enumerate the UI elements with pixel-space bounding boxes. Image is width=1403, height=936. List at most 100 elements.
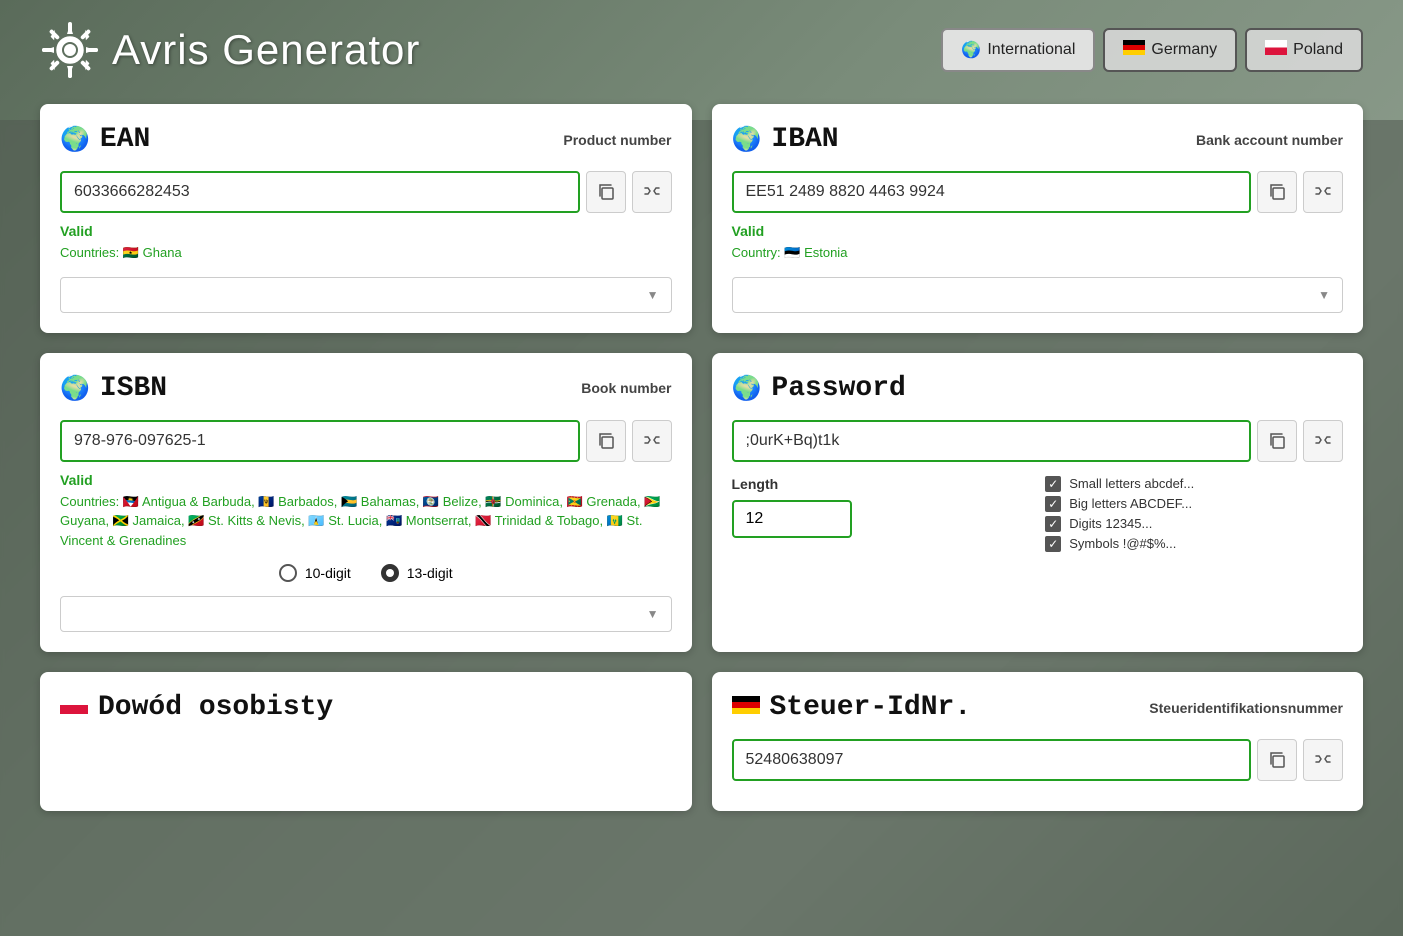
nav-germany-label: Germany xyxy=(1151,41,1217,59)
iban-country-value: 🇪🇪 Estonia xyxy=(784,245,847,260)
steuer-title-area: Steuer-IdNr. xyxy=(732,692,972,723)
iban-shuffle-btn[interactable] xyxy=(1303,171,1343,213)
iban-subtitle: Bank account number xyxy=(1196,132,1343,148)
iban-dropdown-arrow: ▼ xyxy=(1318,288,1330,302)
password-digits[interactable]: ✓ Digits 12345... xyxy=(1045,516,1343,532)
password-small-letters[interactable]: ✓ Small letters abcdef... xyxy=(1045,476,1343,492)
length-input[interactable] xyxy=(732,500,852,538)
nav-poland-btn[interactable]: Poland xyxy=(1245,28,1363,72)
iban-card-header: 🌍 IBAN Bank account number xyxy=(732,124,1344,155)
ean-card-header: 🌍 EAN Product number xyxy=(60,124,672,155)
nav-international-btn[interactable]: 🌍 International xyxy=(941,28,1095,72)
isbn-10digit-option[interactable]: 10-digit xyxy=(279,564,351,582)
isbn-title: ISBN xyxy=(100,373,167,404)
poland-flag-icon xyxy=(60,696,88,714)
password-title-area: 🌍 Password xyxy=(732,373,906,404)
nav-germany-btn[interactable]: Germany xyxy=(1103,28,1237,72)
ean-shuffle-btn[interactable] xyxy=(632,171,672,213)
dowod-card: Dowód osobisty xyxy=(40,672,692,811)
shuffle-icon xyxy=(643,183,661,201)
small-letters-label: Small letters abcdef... xyxy=(1069,476,1194,491)
dowod-card-header: Dowód osobisty xyxy=(60,692,672,723)
isbn-dropdown[interactable]: ▼ xyxy=(60,596,672,632)
steuer-subtitle: Steueridentifikationsnummer xyxy=(1149,700,1343,716)
ean-copy-btn[interactable] xyxy=(586,171,626,213)
password-globe-icon: 🌍 xyxy=(732,374,762,403)
isbn-countries: Countries: 🇦🇬 Antigua & Barbuda, 🇧🇧 Barb… xyxy=(60,492,672,551)
isbn-countries-value: 🇦🇬 Antigua & Barbuda, 🇧🇧 Barbados, 🇧🇸 Ba… xyxy=(60,494,660,548)
ean-title: EAN xyxy=(100,124,150,155)
app-title: Avris Generator xyxy=(112,26,420,74)
password-copy-btn[interactable] xyxy=(1257,420,1297,462)
isbn-13digit-option[interactable]: 13-digit xyxy=(381,564,453,582)
copy-icon xyxy=(1268,432,1286,450)
shuffle-icon xyxy=(1314,751,1332,769)
logo-area: Avris Generator xyxy=(40,20,420,80)
steuer-flag-icon xyxy=(732,696,760,719)
checkbox-digits-icon: ✓ xyxy=(1045,516,1061,532)
isbn-card-header: 🌍 ISBN Book number xyxy=(60,373,672,404)
iban-country: Country: 🇪🇪 Estonia xyxy=(732,243,1344,263)
ean-countries-value: 🇬🇭 Ghana xyxy=(123,245,182,260)
shuffle-icon xyxy=(1314,183,1332,201)
copy-icon xyxy=(1268,751,1286,769)
password-card-header: 🌍 Password xyxy=(732,373,1344,404)
password-checkboxes: ✓ Small letters abcdef... ✓ Big letters … xyxy=(1045,476,1343,556)
isbn-input[interactable] xyxy=(60,420,580,462)
gear-icon xyxy=(40,20,100,80)
iban-copy-btn[interactable] xyxy=(1257,171,1297,213)
isbn-10digit-radio[interactable] xyxy=(279,564,297,582)
isbn-copy-btn[interactable] xyxy=(586,420,626,462)
iban-country-label: Country: xyxy=(732,245,781,260)
isbn-13digit-radio[interactable] xyxy=(381,564,399,582)
cards-grid: 🌍 EAN Product number xyxy=(40,104,1363,811)
iban-input[interactable] xyxy=(732,171,1252,213)
globe-nav-icon: 🌍 xyxy=(961,40,981,60)
steuer-copy-btn[interactable] xyxy=(1257,739,1297,781)
shuffle-icon xyxy=(1314,432,1332,450)
isbn-card: 🌍 ISBN Book number xyxy=(40,353,692,653)
steuer-shuffle-btn[interactable] xyxy=(1303,739,1343,781)
steuer-input[interactable] xyxy=(732,739,1252,781)
copy-icon xyxy=(1268,183,1286,201)
isbn-dropdown-arrow: ▼ xyxy=(647,607,659,621)
isbn-subtitle: Book number xyxy=(581,380,671,396)
isbn-13digit-label: 13-digit xyxy=(407,565,453,581)
iban-input-row xyxy=(732,171,1344,213)
isbn-title-area: 🌍 ISBN xyxy=(60,373,167,404)
ean-input-row xyxy=(60,171,672,213)
ean-input[interactable] xyxy=(60,171,580,213)
ean-countries-label: Countries: xyxy=(60,245,119,260)
password-options-grid: Length ✓ Small letters abcdef... ✓ Big l… xyxy=(732,476,1344,556)
password-big-letters[interactable]: ✓ Big letters ABCDEF... xyxy=(1045,496,1343,512)
isbn-radio-row: 10-digit 13-digit xyxy=(60,564,672,582)
password-title: Password xyxy=(771,373,905,404)
isbn-input-row xyxy=(60,420,672,462)
flag-pl-nav-icon xyxy=(1265,40,1287,60)
digits-label: Digits 12345... xyxy=(1069,516,1152,531)
password-input[interactable] xyxy=(732,420,1252,462)
iban-dropdown[interactable]: ▼ xyxy=(732,277,1344,313)
iban-title: IBAN xyxy=(771,124,838,155)
password-input-row xyxy=(732,420,1344,462)
ean-dropdown[interactable]: ▼ xyxy=(60,277,672,313)
ean-title-area: 🌍 EAN xyxy=(60,124,150,155)
flag-de-nav-icon xyxy=(1123,40,1145,60)
dowod-title-area: Dowód osobisty xyxy=(60,692,333,723)
copy-icon xyxy=(597,183,615,201)
checkbox-symbols-icon: ✓ xyxy=(1045,536,1061,552)
isbn-globe-icon: 🌍 xyxy=(60,374,90,403)
shuffle-icon xyxy=(643,432,661,450)
ean-dropdown-arrow: ▼ xyxy=(647,288,659,302)
length-label: Length xyxy=(732,476,1030,492)
ean-valid-label: Valid xyxy=(60,223,672,239)
copy-icon xyxy=(597,432,615,450)
germany-flag-icon xyxy=(732,696,760,714)
password-shuffle-btn[interactable] xyxy=(1303,420,1343,462)
ean-subtitle: Product number xyxy=(563,132,671,148)
steuer-card: Steuer-IdNr. Steueridentifikationsnummer xyxy=(712,672,1364,811)
checkbox-small-icon: ✓ xyxy=(1045,476,1061,492)
isbn-shuffle-btn[interactable] xyxy=(632,420,672,462)
password-symbols[interactable]: ✓ Symbols !@#$%... xyxy=(1045,536,1343,552)
isbn-countries-label: Countries: xyxy=(60,494,119,509)
